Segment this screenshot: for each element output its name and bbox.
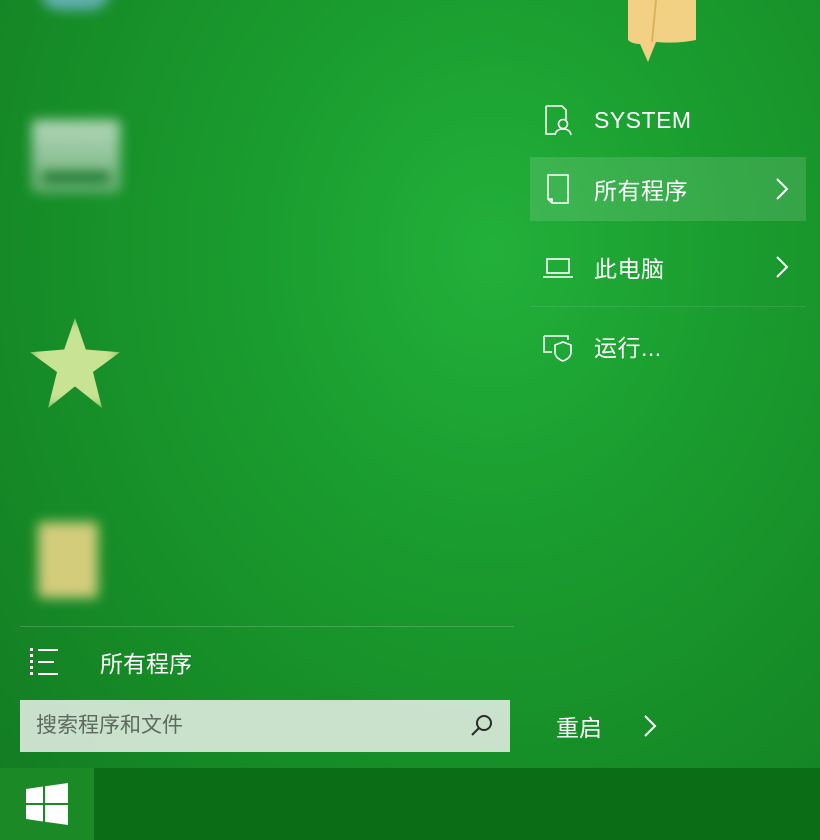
chevron-right-icon[interactable] bbox=[768, 253, 796, 281]
blurred-desktop-icon bbox=[38, 522, 98, 598]
run-label: 运行... bbox=[594, 335, 662, 361]
laptop-icon bbox=[542, 251, 574, 283]
all-programs-label: 所有程序 bbox=[594, 178, 688, 204]
menu-divider bbox=[530, 306, 806, 307]
this-pc-label: 此电脑 bbox=[594, 256, 665, 282]
restart-button[interactable]: 重启 bbox=[540, 700, 680, 752]
document-icon bbox=[542, 173, 574, 205]
blurred-desktop-icon bbox=[40, 0, 110, 10]
start-button[interactable] bbox=[0, 768, 94, 840]
search-icon[interactable] bbox=[462, 706, 502, 746]
run-item[interactable]: 运行... bbox=[530, 314, 806, 378]
user-name-label: SYSTEM bbox=[594, 106, 692, 133]
all-programs-item[interactable]: 所有程序 bbox=[530, 157, 806, 221]
all-programs-button[interactable]: 所有程序 bbox=[20, 638, 320, 686]
blurred-desktop-icon bbox=[32, 120, 120, 192]
search-input[interactable] bbox=[20, 699, 462, 753]
this-pc-item[interactable]: 此电脑 bbox=[530, 235, 806, 299]
windows-logo-icon bbox=[26, 783, 68, 825]
chevron-right-icon[interactable] bbox=[768, 175, 796, 203]
user-document-icon bbox=[542, 104, 574, 136]
chevron-right-icon[interactable] bbox=[636, 712, 664, 740]
run-shield-icon bbox=[542, 330, 574, 362]
blurred-desktop-icon bbox=[30, 318, 120, 408]
taskbar bbox=[0, 768, 820, 840]
all-programs-label: 所有程序 bbox=[100, 651, 192, 677]
menu-divider bbox=[20, 626, 514, 627]
user-account-item[interactable]: SYSTEM bbox=[530, 88, 806, 152]
folder-icon bbox=[628, 0, 696, 62]
list-icon bbox=[30, 648, 58, 675]
search-box[interactable] bbox=[20, 699, 510, 753]
restart-label: 重启 bbox=[556, 715, 602, 741]
